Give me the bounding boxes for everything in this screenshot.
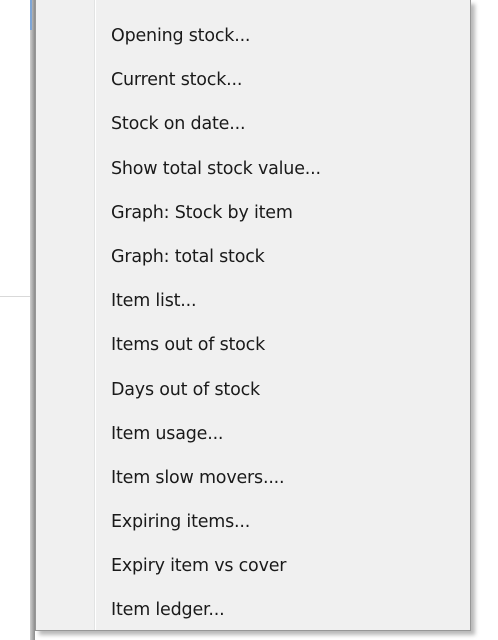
menu-item-expiry-item-vs-cover[interactable]: Expiry item vs cover bbox=[36, 544, 470, 588]
menu-item-items-out-of-stock[interactable]: Items out of stock bbox=[36, 323, 470, 367]
menu-item-show-total-stock-value[interactable]: Show total stock value... bbox=[36, 147, 470, 191]
menu-item-days-out-of-stock[interactable]: Days out of stock bbox=[36, 368, 470, 412]
menu-item-opening-stock[interactable]: Opening stock... bbox=[36, 14, 470, 58]
menu-item-item-usage[interactable]: Item usage... bbox=[36, 412, 470, 456]
menu-item-item-ledger[interactable]: Item ledger... bbox=[36, 588, 470, 632]
background-window-accent bbox=[30, 0, 32, 30]
menu-item-current-stock[interactable]: Current stock... bbox=[36, 58, 470, 102]
menu-item-expiring-items[interactable]: Expiring items... bbox=[36, 500, 470, 544]
background-divider bbox=[0, 296, 33, 297]
menu-items: Opening stock... Current stock... Stock … bbox=[36, 14, 470, 633]
menu-item-item-list[interactable]: Item list... bbox=[36, 279, 470, 323]
menu-item-graph-stock-by-item[interactable]: Graph: Stock by item bbox=[36, 191, 470, 235]
context-menu: Opening stock... Current stock... Stock … bbox=[35, 0, 471, 631]
menu-item-item-slow-movers[interactable]: Item slow movers.... bbox=[36, 456, 470, 500]
menu-item-graph-total-stock[interactable]: Graph: total stock bbox=[36, 235, 470, 279]
menu-item-stock-on-date[interactable]: Stock on date... bbox=[36, 102, 470, 146]
